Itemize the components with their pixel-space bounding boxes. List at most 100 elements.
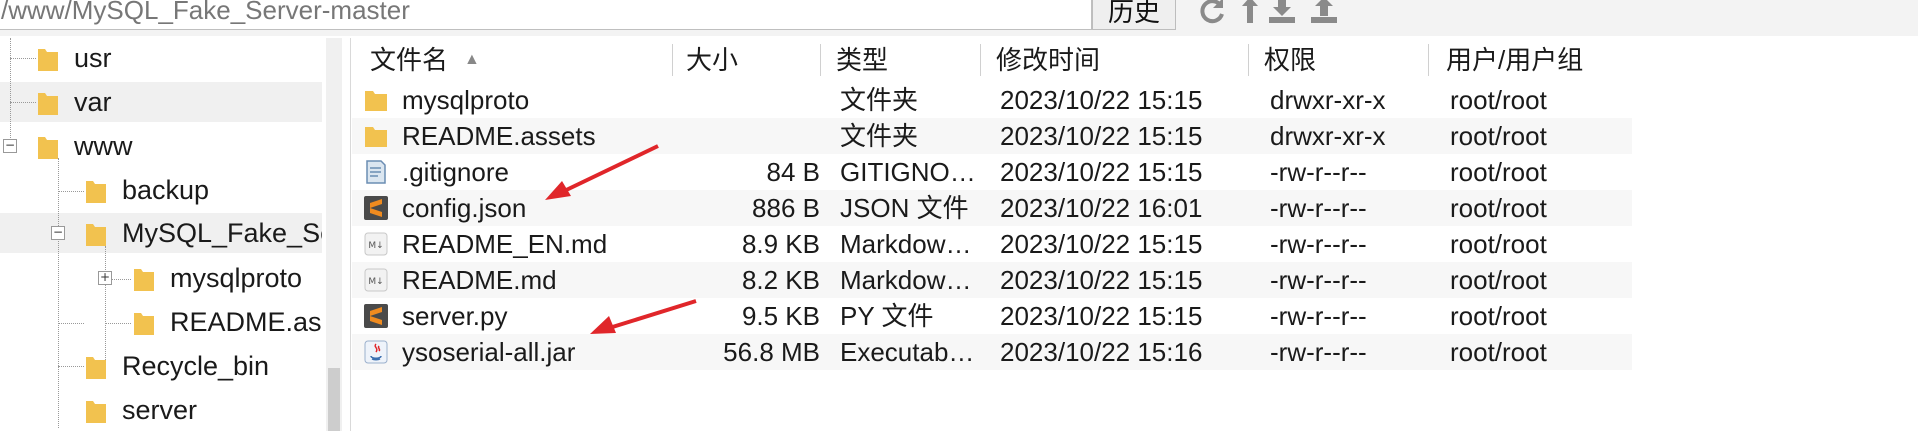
up-folder-icon[interactable] <box>1234 0 1266 26</box>
column-divider[interactable] <box>672 44 673 76</box>
file-row-mysqlproto[interactable]: mysqlproto 文件夹 2023/10/22 15:15 drwxr-xr… <box>352 82 1632 118</box>
file-modified: 2023/10/22 15:15 <box>1000 301 1203 331</box>
file-owner: root/root <box>1450 337 1547 367</box>
file-permissions: -rw-r--r-- <box>1270 301 1367 331</box>
file-modified: 2023/10/22 15:15 <box>1000 157 1203 187</box>
file-name: config.json <box>402 193 527 223</box>
file-row-readme-md[interactable]: M↓ README.md 8.2 KB Markdow… 2023/10/22 … <box>352 262 1632 298</box>
folder-tree: usr var − www backup − MySQL_Fake_Ser + … <box>0 38 342 431</box>
tree-item-label: mysqlproto <box>170 263 303 293</box>
column-divider[interactable] <box>820 44 821 76</box>
folder-icon <box>134 269 154 291</box>
file-modified: 2023/10/22 15:15 <box>1000 265 1203 295</box>
column-size[interactable]: 大小 <box>686 38 738 82</box>
file-name: ysoserial-all.jar <box>402 337 576 367</box>
file-type: 文件夹 <box>840 85 919 115</box>
file-size: 886 B <box>752 193 820 223</box>
file-size: 8.9 KB <box>741 229 820 259</box>
file-permissions: -rw-r--r-- <box>1270 337 1367 367</box>
column-divider[interactable] <box>1428 44 1429 76</box>
file-size: 84 B <box>766 157 821 187</box>
pane-splitter[interactable] <box>342 38 351 431</box>
path-input[interactable]: /www/MySQL_Fake_Server-master <box>0 0 1092 30</box>
sort-ascending-icon: ▲ <box>464 51 480 68</box>
file-name: mysqlproto <box>402 85 530 115</box>
sublime-file-icon <box>364 304 388 328</box>
file-type: 文件夹 <box>840 121 919 151</box>
tree-item-label: var <box>74 87 112 117</box>
folder-icon <box>86 357 106 379</box>
folder-icon <box>38 49 58 71</box>
file-name: .gitignore <box>402 157 509 187</box>
tree-item-label: README.ass <box>170 307 322 337</box>
file-row-server-py[interactable]: server.py 9.5 KB PY 文件 2023/10/22 15:15 … <box>352 298 1632 334</box>
file-list: 文件名 ▲ 大小 类型 修改时间 权限 用户/用户组 mysqlproto 文件… <box>352 38 1918 431</box>
java-file-icon <box>364 340 388 364</box>
tree-item-www[interactable]: − www <box>0 126 322 166</box>
tree-item-label: www <box>74 131 133 161</box>
tree-item-label: server <box>122 395 198 425</box>
column-name[interactable]: 文件名 <box>370 38 448 82</box>
tree-item-var[interactable]: var <box>0 82 322 122</box>
column-permissions[interactable]: 权限 <box>1264 38 1316 82</box>
file-permissions: -rw-r--r-- <box>1270 265 1367 295</box>
file-row-readme-en-md[interactable]: M↓ README_EN.md 8.9 KB Markdow… 2023/10/… <box>352 226 1632 262</box>
file-owner: root/root <box>1450 229 1547 259</box>
file-row-ysoserial-jar[interactable]: ysoserial-all.jar 56.8 MB Executab… 2023… <box>352 334 1632 370</box>
file-permissions: drwxr-xr-x <box>1270 85 1386 115</box>
column-owner[interactable]: 用户/用户组 <box>1446 38 1583 82</box>
file-size: 9.5 KB <box>741 301 820 331</box>
refresh-icon[interactable] <box>1196 0 1228 26</box>
file-modified: 2023/10/22 15:15 <box>1000 229 1203 259</box>
collapse-toggle[interactable]: − <box>51 226 65 240</box>
file-permissions: -rw-r--r-- <box>1270 193 1367 223</box>
folder-icon <box>134 313 154 335</box>
tree-item-recycle-bin[interactable]: Recycle_bin <box>0 346 322 386</box>
file-owner: root/root <box>1450 85 1547 115</box>
file-modified: 2023/10/22 15:15 <box>1000 85 1203 115</box>
file-row-readme-assets[interactable]: README.assets 文件夹 2023/10/22 15:15 drwxr… <box>352 118 1632 154</box>
upload-icon[interactable] <box>1308 0 1340 26</box>
tree-item-readme-assets[interactable]: README.ass <box>0 302 322 342</box>
file-size: 56.8 MB <box>723 337 820 367</box>
file-modified: 2023/10/22 15:16 <box>1000 337 1203 367</box>
tree-item-mysqlproto[interactable]: + mysqlproto <box>0 258 322 298</box>
file-owner: root/root <box>1450 193 1547 223</box>
scrollbar-thumb[interactable] <box>328 368 340 431</box>
file-type: Markdow… <box>840 265 972 295</box>
file-row-gitignore[interactable]: .gitignore 84 B GITIGNO… 2023/10/22 15:1… <box>352 154 1632 190</box>
tree-item-label: backup <box>122 175 210 205</box>
tree-item-backup[interactable]: backup <box>0 170 322 210</box>
folder-icon <box>38 137 58 159</box>
tree-item-mysql-fake-server[interactable]: − MySQL_Fake_Ser <box>0 213 322 253</box>
tree-item-server[interactable]: server <box>0 390 322 430</box>
file-name: README_EN.md <box>402 229 608 259</box>
file-name: server.py <box>402 301 508 331</box>
column-divider[interactable] <box>1248 44 1249 76</box>
file-permissions: -rw-r--r-- <box>1270 157 1367 187</box>
tree-item-label: MySQL_Fake_Ser <box>122 218 322 248</box>
column-modified[interactable]: 修改时间 <box>996 38 1100 82</box>
file-name: README.assets <box>402 121 596 151</box>
file-row-config-json[interactable]: config.json 886 B JSON 文件 2023/10/22 16:… <box>352 190 1632 226</box>
column-type[interactable]: 类型 <box>836 38 888 82</box>
history-button[interactable]: 历史 <box>1092 0 1176 30</box>
tree-item-label: usr <box>74 43 112 73</box>
folder-icon <box>86 401 106 423</box>
expand-toggle[interactable]: + <box>98 271 112 285</box>
download-icon[interactable] <box>1266 0 1298 26</box>
tree-item-label: Recycle_bin <box>122 351 270 381</box>
file-list-header: 文件名 ▲ 大小 类型 修改时间 权限 用户/用户组 <box>352 38 1918 82</box>
column-divider[interactable] <box>980 44 981 76</box>
folder-icon <box>365 127 387 147</box>
tree-scrollbar[interactable] <box>326 38 342 431</box>
file-type: Markdow… <box>840 229 972 259</box>
tree-item-usr[interactable]: usr <box>0 38 322 78</box>
markdown-file-icon: M↓ <box>364 232 388 256</box>
file-permissions: -rw-r--r-- <box>1270 229 1367 259</box>
collapse-toggle[interactable]: − <box>3 139 17 153</box>
svg-text:M↓: M↓ <box>368 277 383 287</box>
folder-icon <box>365 91 387 111</box>
file-type: GITIGNO… <box>840 157 976 187</box>
file-modified: 2023/10/22 16:01 <box>1000 193 1203 223</box>
